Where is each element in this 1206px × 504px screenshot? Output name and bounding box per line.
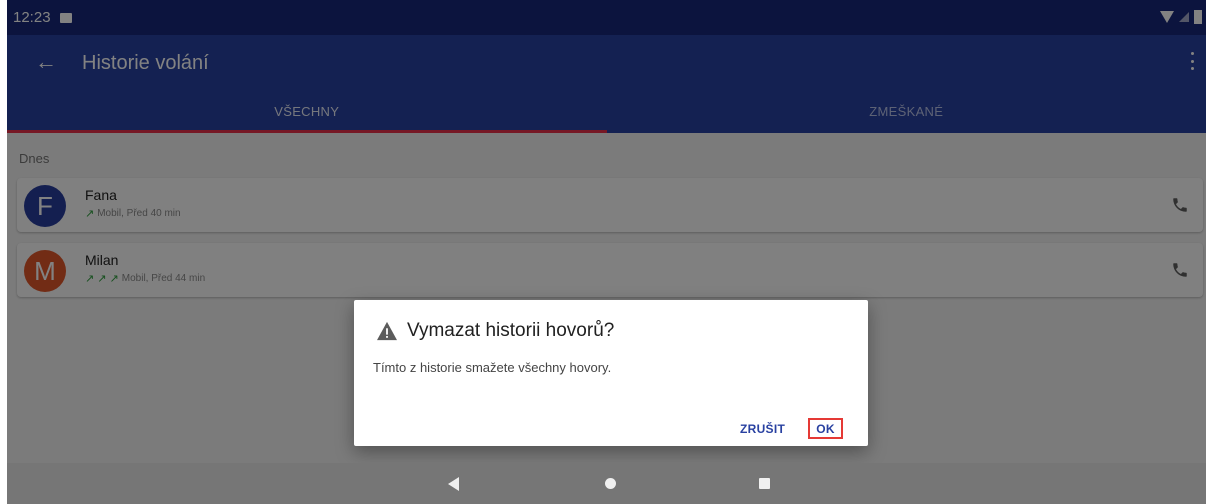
clear-history-dialog: Vymazat historii hovorů? Tímto z histori… [354, 300, 868, 446]
nav-recents-icon[interactable] [759, 478, 770, 489]
dialog-message: Tímto z historie smažete všechny hovory. [373, 360, 612, 375]
nav-back-icon[interactable] [448, 477, 459, 491]
warning-icon [377, 321, 397, 341]
dialog-title: Vymazat historii hovorů? [407, 320, 615, 341]
cancel-button[interactable]: ZRUŠIT [740, 422, 785, 436]
screen: 12:23 ← Historie volání VŠECHNY ZMEŠKANÉ… [7, 0, 1206, 504]
ok-button[interactable]: OK [808, 418, 843, 439]
system-nav-bar [7, 463, 1206, 504]
nav-home-icon[interactable] [605, 478, 616, 489]
